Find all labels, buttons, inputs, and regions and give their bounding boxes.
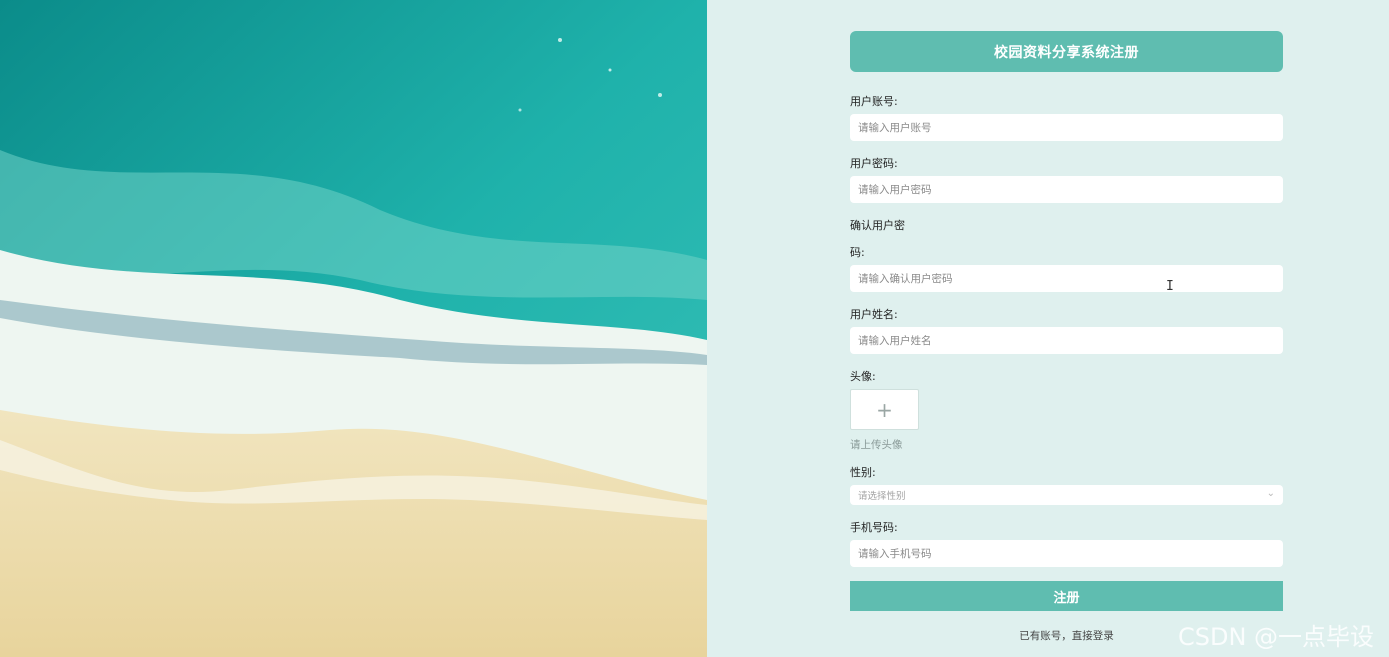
form-title: 校园资料分享系统注册 xyxy=(850,31,1283,72)
name-label: 用户姓名: xyxy=(850,308,898,321)
confirm-password-label-line2: 码: xyxy=(850,246,865,259)
account-label: 用户账号: xyxy=(850,95,898,108)
avatar-upload-button[interactable]: + xyxy=(850,389,919,430)
gender-select[interactable]: 请选择性别 ⌄ xyxy=(850,485,1283,505)
chevron-down-icon: ⌄ xyxy=(1266,488,1275,499)
phone-input[interactable] xyxy=(850,540,1283,567)
confirm-password-label-line1: 确认用户密 xyxy=(850,219,905,232)
phone-label: 手机号码: xyxy=(850,521,898,534)
avatar-label: 头像: xyxy=(850,370,876,383)
text-cursor-icon: I xyxy=(1166,279,1174,294)
register-button[interactable]: 注册 xyxy=(850,581,1283,611)
plus-icon: + xyxy=(876,397,893,422)
name-input[interactable] xyxy=(850,327,1283,354)
confirm-password-input[interactable] xyxy=(850,265,1283,292)
beach-background-image xyxy=(0,0,707,657)
gender-label: 性别: xyxy=(850,466,876,479)
password-label: 用户密码: xyxy=(850,157,898,170)
account-input[interactable] xyxy=(850,114,1283,141)
password-input[interactable] xyxy=(850,176,1283,203)
register-panel: 校园资料分享系统注册 用户账号: 用户密码: 确认用户密 码: 用户姓名: 头像… xyxy=(707,0,1389,657)
avatar-upload-hint: 请上传头像 xyxy=(850,439,903,451)
gender-select-placeholder: 请选择性别 xyxy=(858,491,906,502)
watermark: CSDN @一点毕设 xyxy=(1178,623,1375,651)
register-page: 校园资料分享系统注册 用户账号: 用户密码: 确认用户密 码: 用户姓名: 头像… xyxy=(0,0,1389,657)
